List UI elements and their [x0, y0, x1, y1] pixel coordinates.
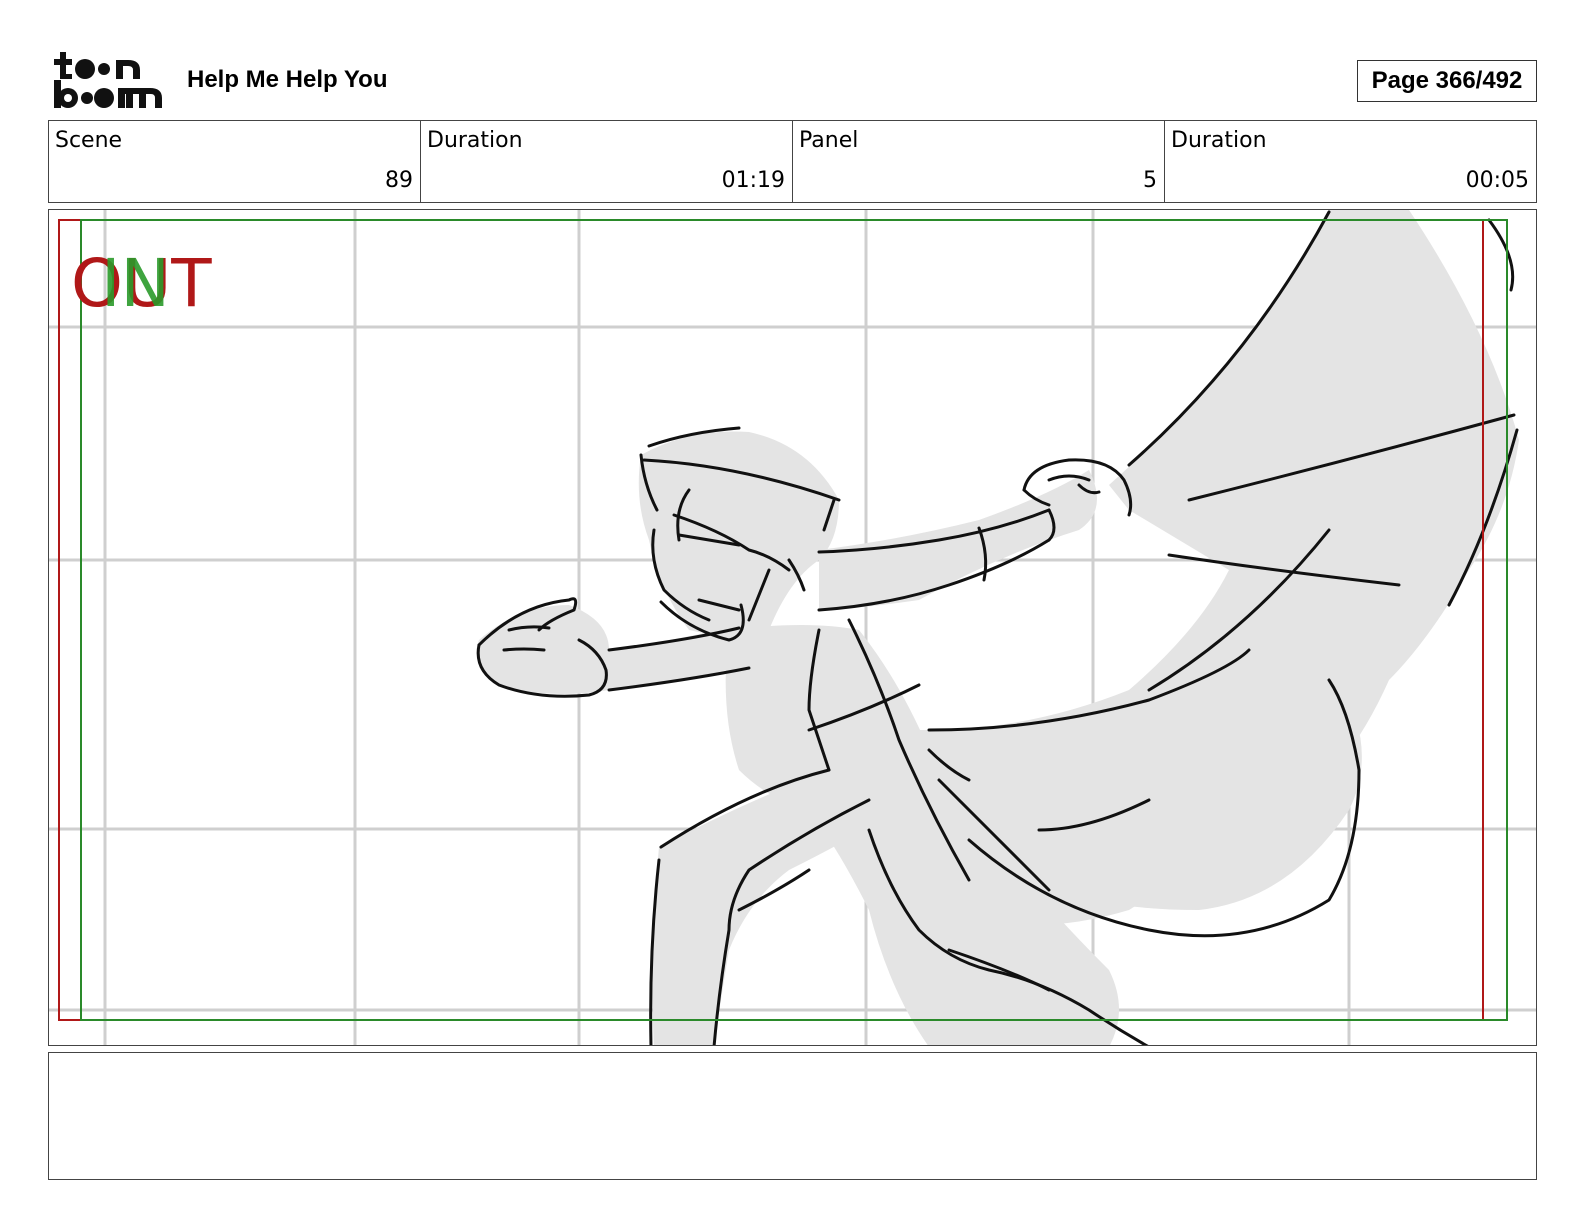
panel-label: Panel	[799, 128, 859, 153]
info-row: Scene 89 Duration 01:19 Panel 5 Duration…	[48, 120, 1537, 203]
scene-duration-label: Duration	[427, 128, 523, 153]
panel-duration-value: 00:05	[1465, 168, 1529, 193]
panel-cell: Panel 5	[793, 121, 1165, 202]
panel-drawing: OUT IN	[49, 210, 1536, 1045]
project-title: Help Me Help You	[187, 66, 388, 93]
page-number: Page 366/492	[1357, 60, 1537, 102]
in-marker: IN	[101, 245, 170, 322]
notes-box[interactable]	[48, 1052, 1537, 1180]
scene-cell: Scene 89	[49, 121, 421, 202]
scene-duration-cell: Duration 01:19	[421, 121, 793, 202]
scene-duration-value: 01:19	[721, 168, 785, 193]
sketch-tones	[476, 210, 1519, 1045]
toonboom-logo	[54, 52, 162, 108]
panel-duration-cell: Duration 00:05	[1165, 121, 1536, 202]
scene-value: 89	[385, 168, 413, 193]
storyboard-panel: OUT IN	[48, 209, 1537, 1046]
panel-value: 5	[1143, 168, 1157, 193]
panel-duration-label: Duration	[1171, 128, 1267, 153]
scene-label: Scene	[55, 128, 123, 153]
